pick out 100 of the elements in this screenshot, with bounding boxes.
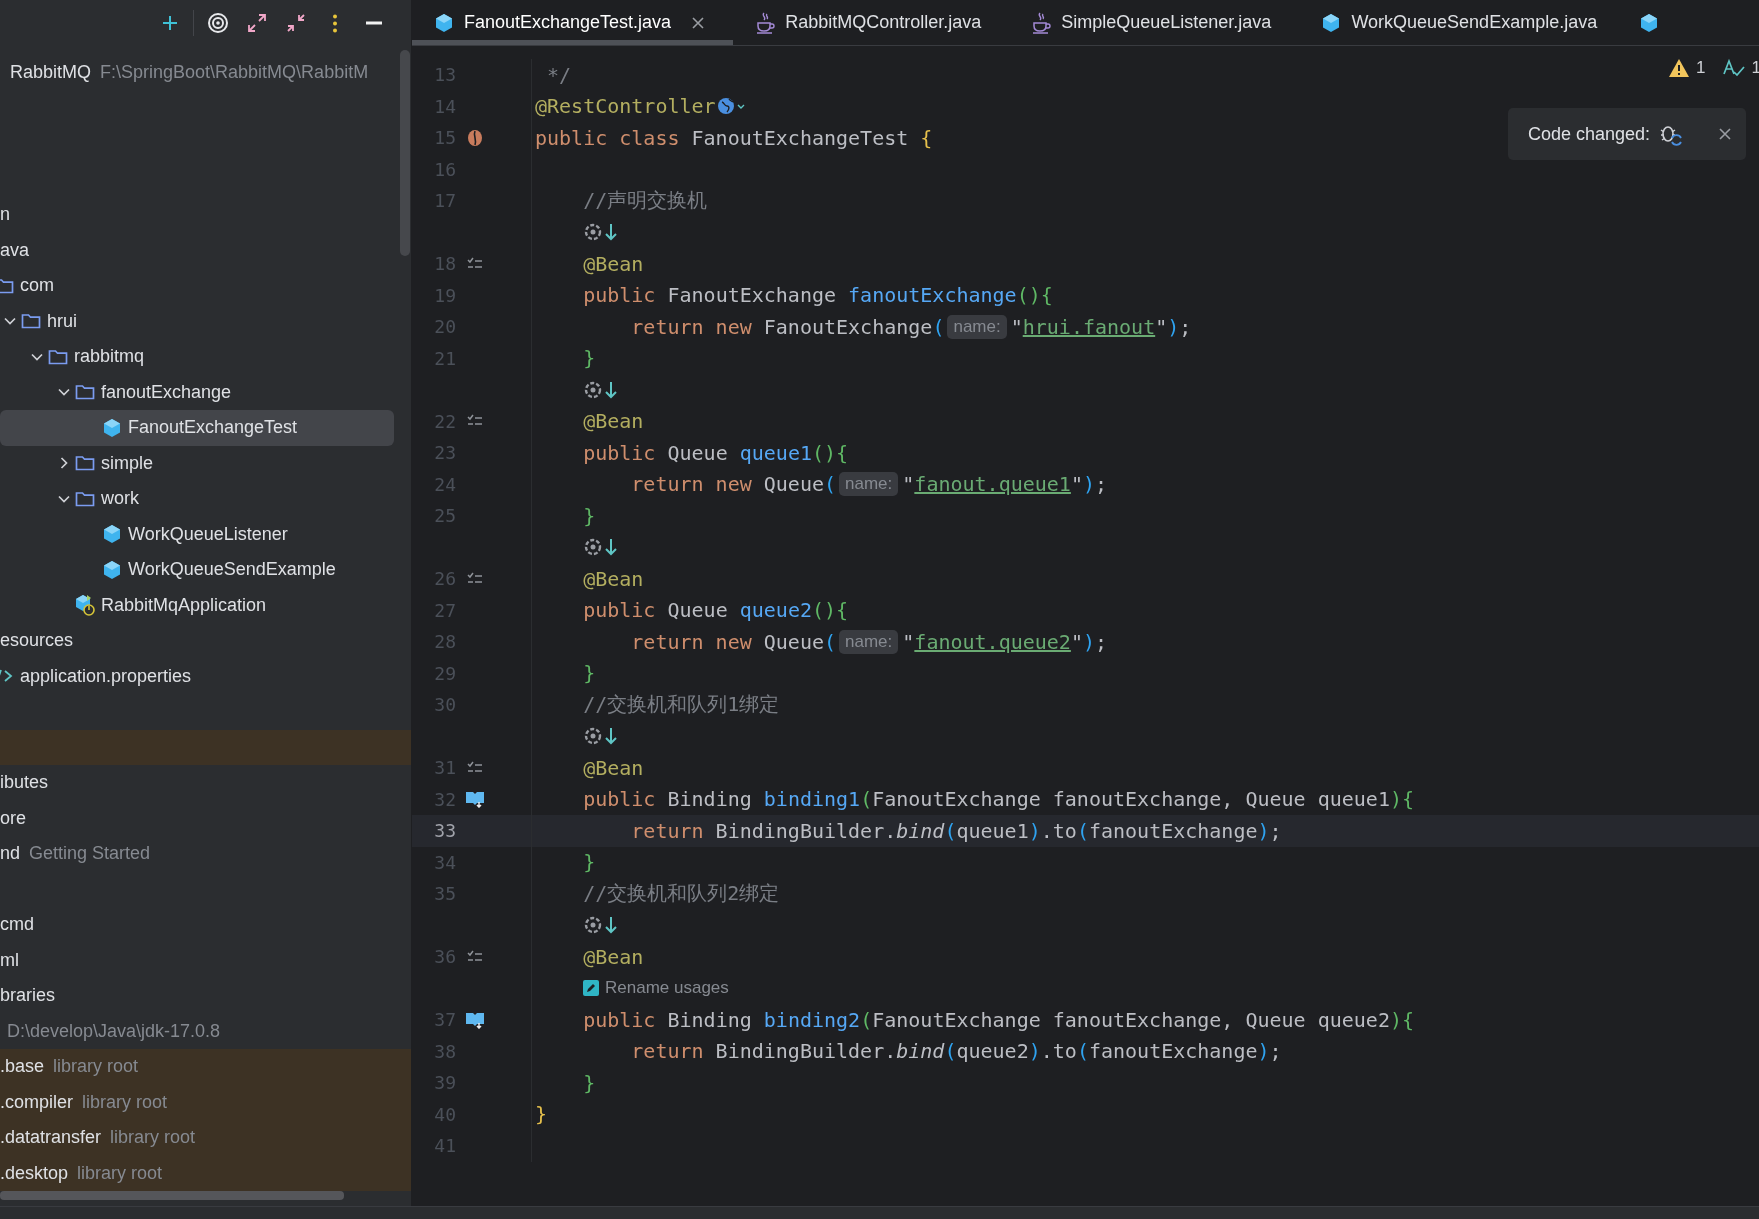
list-icon <box>467 949 483 964</box>
code-text: public Queue queue1(){ <box>582 440 849 465</box>
code-text: } <box>582 346 596 371</box>
tree-item[interactable]: .desktop library root <box>0 1155 411 1191</box>
tree-item[interactable]: fanoutExchange <box>0 374 394 410</box>
edit-icon <box>583 980 599 997</box>
code-text: public FanoutExchange fanoutExchange(){ <box>582 283 1053 308</box>
folder-icon <box>21 313 41 330</box>
folder-icon <box>75 455 95 472</box>
code-text: @Bean <box>582 409 644 434</box>
code-text: public Binding binding1(FanoutExchange fanoutExchange, Queue queue1){ <box>582 787 1415 812</box>
code-text: //声明交换机 <box>582 187 708 215</box>
code-text: return new Queue( <box>630 629 837 654</box>
code-text: public class FanoutExchangeTest { <box>535 125 933 150</box>
inspection-count: 1 <box>1696 58 1706 78</box>
tree-item[interactable]: WorkQueueSendExample <box>0 552 394 588</box>
tree-item[interactable]: RabbitMqApplication <box>0 587 394 623</box>
code-text: return new FanoutExchange( <box>630 314 945 339</box>
code-text: return new Queue( <box>630 472 837 497</box>
warning-icon <box>1668 58 1691 78</box>
tree-item[interactable]: .datatransfer library root <box>0 1120 411 1156</box>
rename-usages-action[interactable]: Rename usages <box>583 978 729 999</box>
tree-item[interactable]: .compiler library root <box>0 1084 411 1120</box>
code-text: } <box>582 503 596 528</box>
cube-icon <box>434 12 454 33</box>
code-text: "fanout.queue1"); <box>902 472 1108 497</box>
editor-tab[interactable]: RabbitMQController.java <box>733 0 1010 45</box>
coffee-cup-icon <box>755 11 776 34</box>
tree-item[interactable]: RabbitMQ F:\SpringBoot\RabbitMQ\RabbitM <box>0 55 394 91</box>
kebab-menu-icon <box>331 13 338 33</box>
folder-icon <box>75 384 95 401</box>
close-icon <box>1718 127 1732 141</box>
code-text: //交换机和队列2绑定 <box>582 880 780 908</box>
tree-item[interactable]: esources <box>0 623 394 659</box>
code-text: return BindingBuilder.bind(queue1).to(fanoutExchange); <box>630 818 1282 843</box>
notification-text: Code changed: <box>1528 123 1651 145</box>
tree-item[interactable]: D:\develop\Java\jdk-17.0.8 <box>0 1013 394 1049</box>
code-text: } <box>582 1070 596 1095</box>
tree-item[interactable]: work <box>0 481 394 517</box>
minimize-icon <box>365 21 382 25</box>
code-text: public Queue queue2(){ <box>582 598 849 623</box>
folder-icon <box>0 277 14 294</box>
scrollbar[interactable] <box>400 50 410 256</box>
editor-tab[interactable]: WorkQueueSendExample.java <box>1299 0 1626 45</box>
list-icon <box>467 256 483 271</box>
folder-icon <box>75 490 95 507</box>
editor-tab[interactable]: FanoutExchangeTest.java <box>412 0 734 45</box>
close-button[interactable] <box>1718 127 1732 141</box>
tree-item[interactable]: FanoutExchangeTest <box>0 410 394 446</box>
cube-icon <box>1639 12 1660 33</box>
expand-icon <box>245 12 268 34</box>
line-number: 33 <box>433 820 456 842</box>
tree-item[interactable]: rabbitmq <box>0 339 394 375</box>
editor-tab[interactable]: SimpleQueueListener.java <box>1009 0 1300 45</box>
code-text: "hrui.fanout"); <box>1010 314 1192 339</box>
parameter-hint: name: <box>947 314 1007 339</box>
tree-item[interactable]: n <box>0 197 394 233</box>
code-text: "fanout.queue2"); <box>902 629 1108 654</box>
tree-item[interactable]: braries <box>0 978 394 1014</box>
tree-item[interactable]: simple <box>0 445 394 481</box>
code-text: @Bean <box>582 251 644 276</box>
code-text: } <box>582 850 596 875</box>
scrollbar[interactable] <box>0 1191 344 1200</box>
tree-item[interactable]: ml <box>0 942 394 978</box>
tree-item[interactable]: ava <box>0 232 394 268</box>
list-icon <box>467 571 483 586</box>
code-icon <box>0 668 13 685</box>
parameter-hint: name: <box>839 629 899 654</box>
cube-icon <box>102 559 122 580</box>
cube-icon <box>102 417 122 438</box>
code-text: @RestController <box>535 94 716 119</box>
parameter-hint: name: <box>839 472 899 497</box>
bean-icon <box>466 127 484 148</box>
spellcheck-icon <box>1721 58 1746 78</box>
tree-item[interactable]: ore <box>0 800 394 836</box>
book-icon <box>465 790 485 809</box>
code-text: @Bean <box>582 755 644 780</box>
list-icon <box>467 760 483 775</box>
tree-item[interactable]: hrui <box>0 303 394 339</box>
code-text: @Bean <box>582 566 644 591</box>
tree-item[interactable]: WorkQueueListener <box>0 516 394 552</box>
book-icon <box>465 1010 485 1029</box>
cube-icon <box>1321 12 1342 33</box>
cube-power-icon <box>74 594 96 617</box>
tree-item[interactable]: ibutes <box>0 765 394 801</box>
code-text: */ <box>546 62 572 87</box>
tree-item[interactable]: .base library root <box>0 1049 411 1085</box>
target-icon <box>206 12 229 34</box>
tree-item[interactable]: application.properties <box>0 658 394 694</box>
code-text: } <box>535 1102 548 1127</box>
coffee-cup-icon <box>1031 11 1052 34</box>
code-text: @Bean <box>582 944 644 969</box>
tree-item[interactable]: com <box>0 268 394 304</box>
code-text: public Binding binding2(FanoutExchange fanoutExchange, Queue queue2){ <box>582 1007 1415 1032</box>
tree-item[interactable]: nd Getting Started <box>0 836 394 872</box>
code-text: return BindingBuilder.bind(queue2).to(fanoutExchange); <box>630 1039 1282 1064</box>
folder-icon <box>48 348 68 365</box>
code-text: } <box>582 661 596 686</box>
tree-item[interactable]: cmd <box>0 907 394 943</box>
cube-icon <box>102 524 122 545</box>
